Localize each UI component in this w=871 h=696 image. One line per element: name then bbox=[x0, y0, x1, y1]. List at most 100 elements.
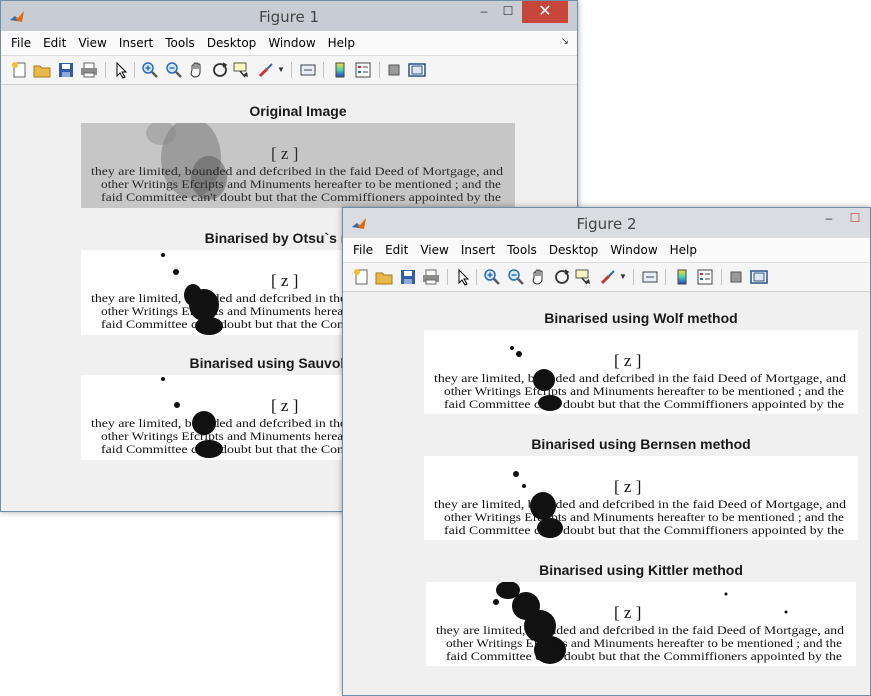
pointer-icon[interactable] bbox=[454, 268, 472, 286]
menu-view[interactable]: View bbox=[72, 31, 112, 55]
brush-icon[interactable] bbox=[599, 268, 617, 286]
chevron-down-icon[interactable]: ▼ bbox=[619, 268, 627, 286]
print-icon[interactable] bbox=[80, 61, 98, 79]
open-file-icon[interactable] bbox=[375, 268, 393, 286]
menu-file[interactable]: File bbox=[347, 238, 379, 262]
figure-1-titlebar[interactable]: Figure 1 – ☐ ✕ bbox=[1, 1, 577, 31]
minimize-button[interactable]: – bbox=[472, 1, 496, 23]
toolbar-separator bbox=[665, 269, 666, 285]
zoom-in-icon[interactable] bbox=[483, 268, 501, 286]
page-mark: [ z ] bbox=[614, 477, 641, 496]
menu-desktop[interactable]: Desktop bbox=[201, 31, 263, 55]
brush-icon[interactable] bbox=[257, 61, 275, 79]
toolbar-separator bbox=[105, 62, 106, 78]
legend-icon[interactable] bbox=[354, 61, 372, 79]
colorbar-icon[interactable] bbox=[673, 268, 691, 286]
doc-line-1: they are limited, bounded and defcribed … bbox=[91, 165, 503, 178]
menu-edit[interactable]: Edit bbox=[37, 31, 72, 55]
hide-plot-tools-icon[interactable] bbox=[727, 268, 745, 286]
image-wolf: [ z ] they are limited, bounded and defc… bbox=[424, 330, 858, 414]
toolbar-separator bbox=[633, 269, 634, 285]
close-button[interactable]: ✕ bbox=[522, 1, 568, 23]
link-icon[interactable] bbox=[299, 61, 317, 79]
page-mark: [ z ] bbox=[614, 351, 641, 370]
doc-line-2: other Writings Efcripts and Minuments he… bbox=[444, 511, 844, 524]
figure-2-titlebar[interactable]: Figure 2 – ☐ bbox=[343, 208, 870, 238]
page-mark: [ z ] bbox=[271, 271, 298, 290]
colorbar-icon[interactable] bbox=[331, 61, 349, 79]
axes-title-original: Original Image bbox=[249, 103, 347, 119]
rotate-3d-icon[interactable] bbox=[211, 61, 229, 79]
toolbar-separator bbox=[447, 269, 448, 285]
toolbar-separator bbox=[134, 62, 135, 78]
toolbar-separator bbox=[291, 62, 292, 78]
doc-line-2: other Writings Efcripts and Minuments he… bbox=[101, 178, 501, 191]
menu-file[interactable]: File bbox=[5, 31, 37, 55]
maximize-button[interactable]: ☐ bbox=[496, 1, 520, 23]
zoom-out-icon[interactable] bbox=[507, 268, 525, 286]
link-icon[interactable] bbox=[641, 268, 659, 286]
legend-icon[interactable] bbox=[696, 268, 714, 286]
doc-line-3: faid Committee can't doubt but that the … bbox=[446, 650, 842, 663]
figure-2-canvas: Binarised using Wolf method [ z ] they a… bbox=[343, 292, 870, 695]
menu-desktop[interactable]: Desktop bbox=[543, 238, 605, 262]
menu-help[interactable]: Help bbox=[664, 238, 703, 262]
doc-line-3: faid Committee can't doubt but that the … bbox=[444, 524, 844, 537]
doc-line-3: faid Committee can't doubt but that the … bbox=[101, 191, 501, 204]
image-original: [ z ] they are limited, bounded and defc… bbox=[81, 123, 515, 208]
zoom-out-icon[interactable] bbox=[165, 61, 183, 79]
minimize-button[interactable]: – bbox=[817, 208, 841, 230]
zoom-in-icon[interactable] bbox=[141, 61, 159, 79]
data-cursor-icon[interactable] bbox=[575, 268, 593, 286]
menu-tools[interactable]: Tools bbox=[501, 238, 543, 262]
page-mark: [ z ] bbox=[614, 603, 641, 622]
image-bernsen: [ z ] they are limited, bounded and defc… bbox=[424, 456, 858, 540]
menu-insert[interactable]: Insert bbox=[113, 31, 159, 55]
doc-line-3: faid Committee can't doubt but that the … bbox=[444, 398, 844, 411]
figure-2-window: Figure 2 – ☐ File Edit View Insert Tools Desk… bbox=[342, 207, 871, 696]
doc-line-1: they are limited, bounded and defcribed … bbox=[434, 372, 846, 385]
window-title: Figure 2 bbox=[576, 215, 637, 233]
menu-view[interactable]: View bbox=[414, 238, 454, 262]
new-figure-icon[interactable] bbox=[11, 61, 29, 79]
open-file-icon[interactable] bbox=[33, 61, 51, 79]
save-icon[interactable] bbox=[57, 61, 75, 79]
print-icon[interactable] bbox=[422, 268, 440, 286]
menu-edit[interactable]: Edit bbox=[379, 238, 414, 262]
axes-title-wolf: Binarised using Wolf method bbox=[544, 310, 738, 326]
doc-line-1: they are limited, bounded and defcribed … bbox=[434, 498, 846, 511]
doc-line-2: other Writings Efcripts and Minuments he… bbox=[446, 637, 842, 650]
chevron-down-icon[interactable]: ▼ bbox=[277, 61, 285, 79]
menu-window[interactable]: Window bbox=[262, 31, 321, 55]
save-icon[interactable] bbox=[399, 268, 417, 286]
pan-icon[interactable] bbox=[188, 61, 206, 79]
doc-line-1: they are limited, bounded and defcribed … bbox=[436, 624, 844, 637]
axes-title-kittler: Binarised using Kittler method bbox=[539, 562, 743, 578]
data-cursor-icon[interactable] bbox=[233, 61, 251, 79]
axes-title-bernsen: Binarised using Bernsen method bbox=[531, 436, 751, 452]
show-plot-tools-icon[interactable] bbox=[408, 61, 426, 79]
page-mark: [ z ] bbox=[271, 144, 298, 163]
pan-icon[interactable] bbox=[530, 268, 548, 286]
menu-window[interactable]: Window bbox=[604, 238, 663, 262]
pointer-icon[interactable] bbox=[112, 61, 130, 79]
show-plot-tools-icon[interactable] bbox=[750, 268, 768, 286]
rotate-3d-icon[interactable] bbox=[553, 268, 571, 286]
menu-tools[interactable]: Tools bbox=[159, 31, 201, 55]
menu-bar: File Edit View Insert Tools Desktop Window Help bbox=[343, 238, 870, 263]
new-figure-icon[interactable] bbox=[353, 268, 371, 286]
toolbar-separator bbox=[476, 269, 477, 285]
menu-help[interactable]: Help bbox=[322, 31, 361, 55]
hide-plot-tools-icon[interactable] bbox=[385, 61, 403, 79]
menu-bar: File Edit View Insert Tools Desktop Window Help… bbox=[1, 31, 577, 56]
figure-toolbar: ▼ bbox=[343, 263, 870, 292]
maximize-button[interactable]: ☐ bbox=[843, 208, 867, 230]
toolbar-separator bbox=[721, 269, 722, 285]
dock-arrow-icon[interactable]: ↘ bbox=[561, 36, 569, 47]
image-kittler: [ z ] they are limited, bounded and defc… bbox=[426, 582, 856, 666]
toolbar-separator bbox=[323, 62, 324, 78]
doc-line-2: other Writings Efcripts and Minuments he… bbox=[444, 385, 844, 398]
page-mark: [ z ] bbox=[271, 396, 298, 415]
toolbar-separator bbox=[379, 62, 380, 78]
menu-insert[interactable]: Insert bbox=[455, 238, 501, 262]
